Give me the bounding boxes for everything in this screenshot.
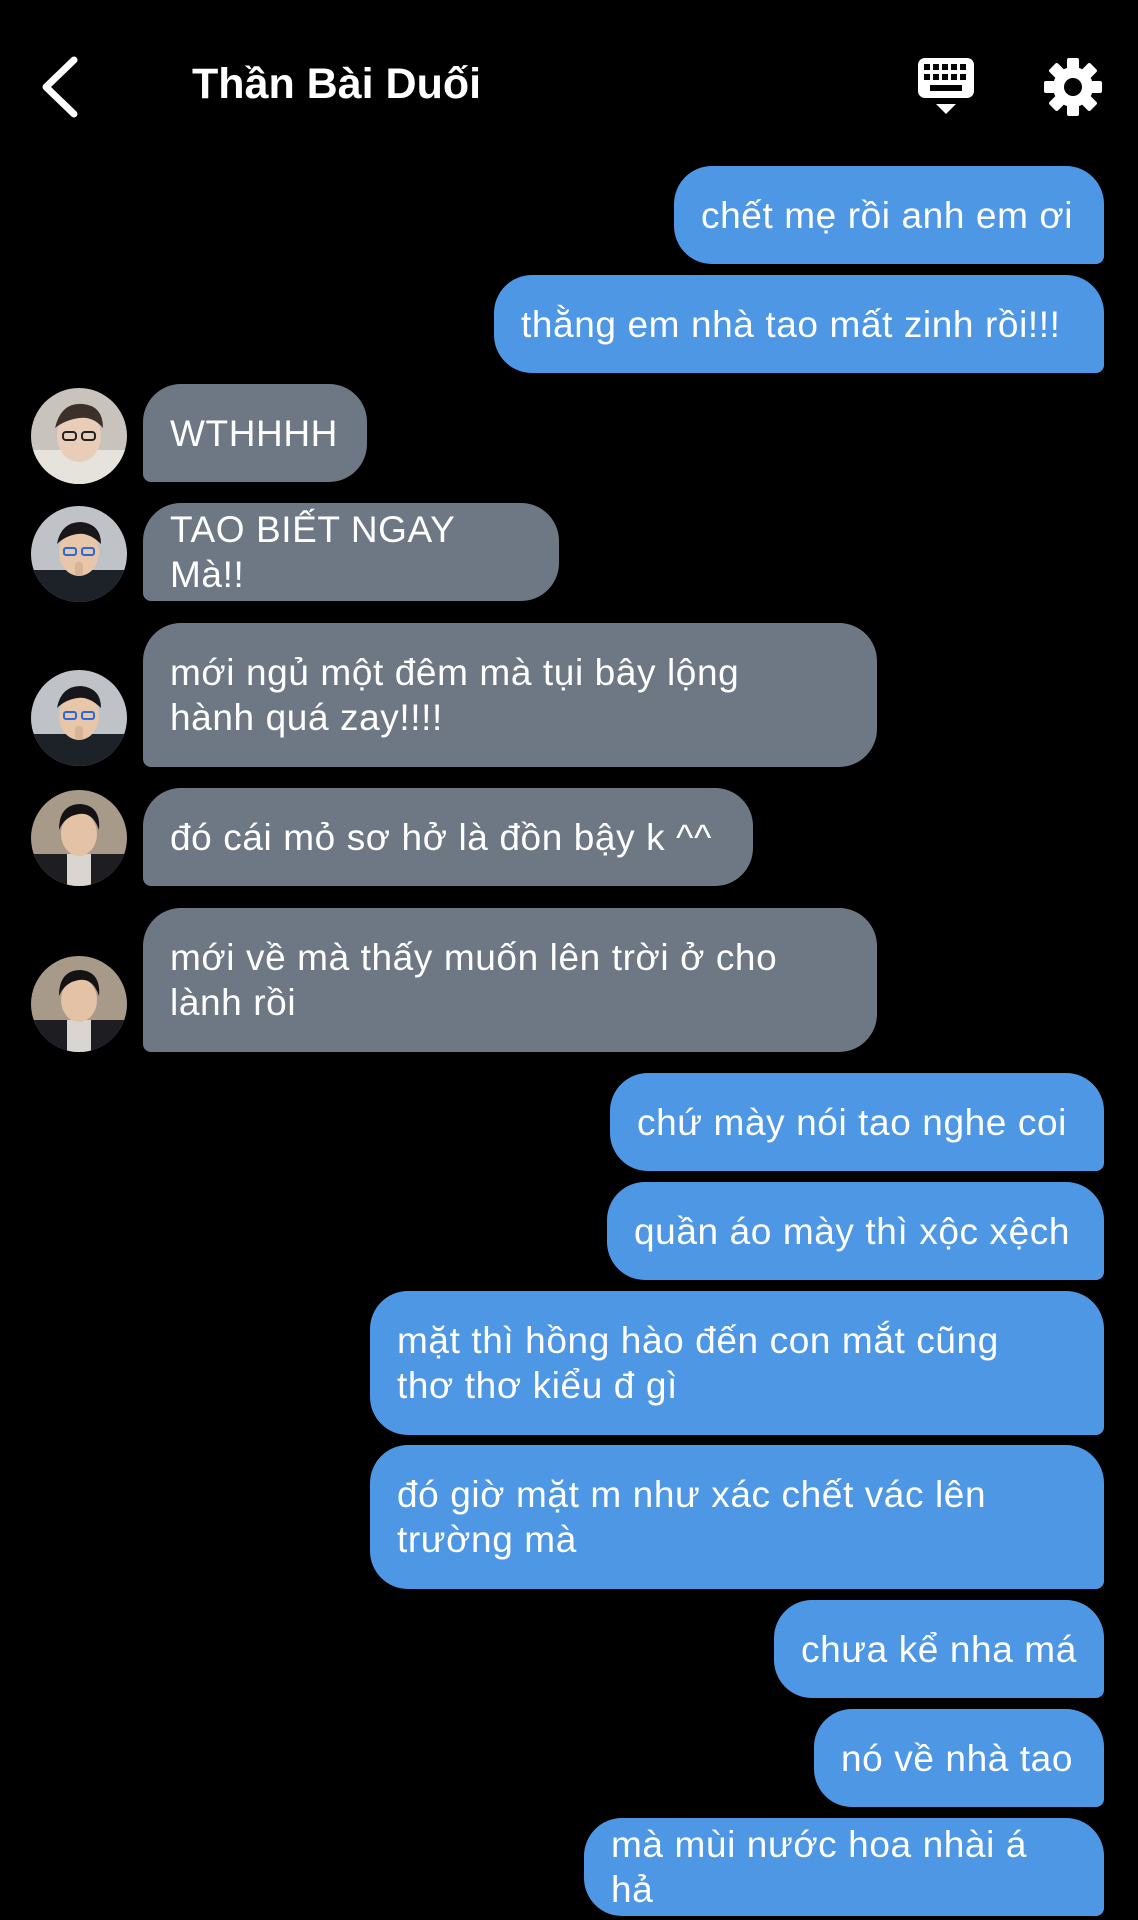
message-text: quần áo mày thì xộc xệch (634, 1210, 1071, 1252)
message-bubble-outgoing[interactable]: đó giờ mặt m như xác chết vác lên trường… (370, 1445, 1104, 1589)
message-bubble-outgoing[interactable]: nó về nhà tao (814, 1709, 1104, 1807)
message-bubble-incoming[interactable]: mới về mà thấy muốn lên trời ở cho lành … (143, 908, 877, 1052)
avatar[interactable] (31, 506, 127, 602)
message-bubble-outgoing[interactable]: mà mùi nước hoa nhài á hả (584, 1818, 1104, 1916)
message-bubble-outgoing[interactable]: chứ mày nói tao nghe coi (610, 1073, 1104, 1171)
chat-title[interactable]: Thần Bài Duối (192, 56, 481, 112)
message-text: WTHHHH (170, 412, 339, 454)
message-text: TAO BIẾT NGAY Mà!! (170, 509, 455, 595)
avatar[interactable] (31, 956, 127, 1052)
message-bubble-incoming[interactable]: WTHHHH (143, 384, 367, 482)
message-text: chứ mày nói tao nghe coi (637, 1101, 1067, 1143)
chevron-left-icon[interactable] (36, 54, 88, 120)
message-bubble-incoming[interactable]: TAO BIẾT NGAY Mà!! (143, 503, 559, 601)
message-bubble-outgoing[interactable]: thằng em nhà tao mất zinh rồi!!! (494, 275, 1104, 373)
message-text: chết mẹ rồi anh em ơi (701, 194, 1074, 236)
chat-header: Thần Bài Duối (0, 0, 1138, 160)
message-text: chưa kể nha má (801, 1628, 1077, 1670)
message-text: nó về nhà tao (841, 1737, 1074, 1779)
message-bubble-incoming[interactable]: mới ngủ một đêm mà tụi bây lộng hành quá… (143, 623, 877, 767)
message-bubble-outgoing[interactable]: mặt thì hồng hào đến con mắt cũng thơ th… (370, 1291, 1104, 1435)
message-text: mới về mà thấy muốn lên trời ở cho lành … (170, 937, 778, 1023)
message-text: thằng em nhà tao mất zinh rồi!!! (521, 303, 1061, 345)
keyboard-icon[interactable] (916, 56, 976, 118)
message-text: mới ngủ một đêm mà tụi bây lộng hành quá… (170, 652, 740, 738)
message-text: mà mùi nước hoa nhài á hả (611, 1824, 1027, 1910)
avatar[interactable] (31, 670, 127, 766)
message-bubble-incoming[interactable]: đó cái mỏ sơ hở là đồn bậy k ^^ (143, 788, 753, 886)
avatar[interactable] (31, 790, 127, 886)
gear-icon[interactable] (1044, 58, 1102, 116)
message-text: đó cái mỏ sơ hở là đồn bậy k ^^ (170, 816, 712, 858)
message-bubble-outgoing[interactable]: quần áo mày thì xộc xệch (607, 1182, 1104, 1280)
message-bubble-outgoing[interactable]: chết mẹ rồi anh em ơi (674, 166, 1104, 264)
message-text: mặt thì hồng hào đến con mắt cũng thơ th… (397, 1320, 999, 1406)
avatar[interactable] (31, 388, 127, 484)
message-text: đó giờ mặt m như xác chết vác lên trường… (397, 1474, 987, 1560)
message-bubble-outgoing[interactable]: chưa kể nha má (774, 1600, 1104, 1698)
